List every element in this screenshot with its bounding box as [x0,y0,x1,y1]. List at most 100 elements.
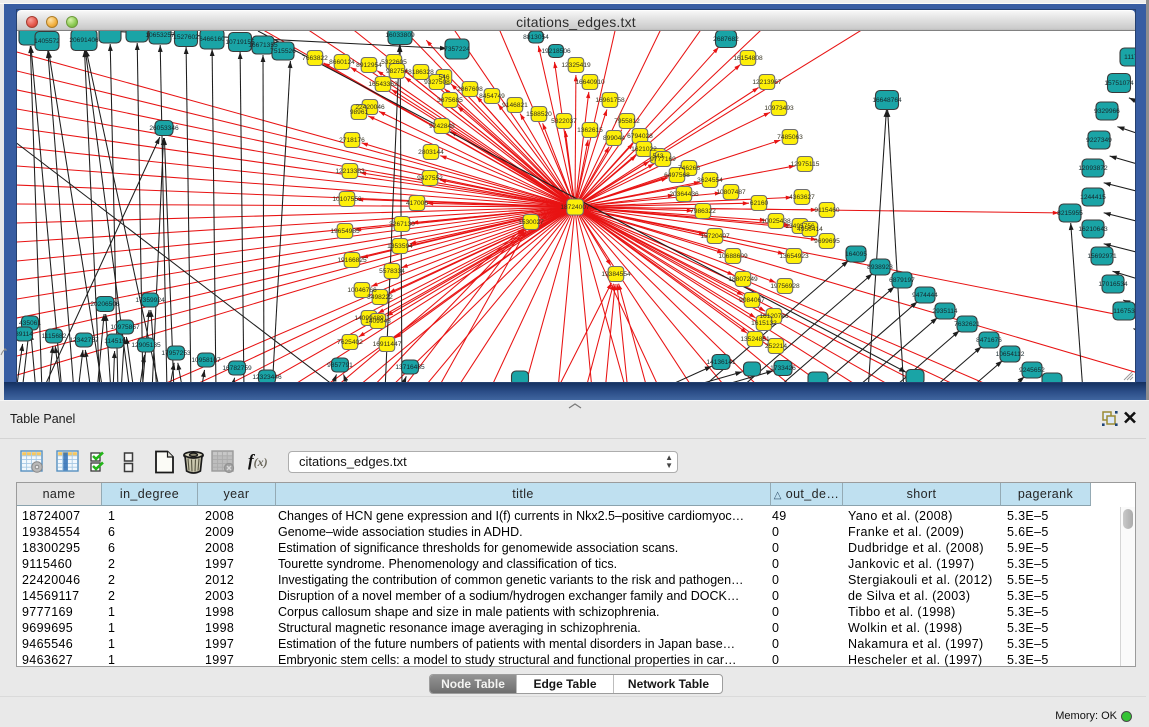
svg-text:5322605: 5322605 [381,59,407,66]
svg-text:8813054: 8813054 [523,34,549,41]
svg-text:2935114: 2935114 [932,308,958,315]
svg-text:9699695: 9699695 [814,238,840,245]
svg-text:9329966: 9329966 [1094,108,1120,115]
svg-text:9242848: 9242848 [429,123,455,130]
svg-text:39114: 39114 [17,331,33,338]
svg-text:18724007: 18724007 [560,204,590,211]
svg-text:1353594: 1353594 [387,243,413,250]
svg-text:19654985: 19654985 [330,228,360,235]
svg-text:8912954: 8912954 [356,62,382,69]
svg-text:7632621: 7632621 [954,321,980,328]
svg-text:6794028: 6794028 [627,133,653,140]
svg-text:1117: 1117 [1124,54,1135,61]
svg-text:15692971: 15692971 [1087,253,1117,260]
svg-text:2803144: 2803144 [418,149,444,156]
svg-text:12905135: 12905135 [131,342,161,349]
svg-text:114519: 114519 [104,338,126,345]
svg-text:10046766: 10046766 [347,287,377,294]
svg-text:7955812: 7955812 [614,118,640,125]
svg-text:3267130: 3267130 [389,221,415,228]
svg-text:3875685: 3875685 [437,97,463,104]
svg-text:14136141: 14136141 [706,359,736,366]
svg-text:5322037: 5322037 [551,118,577,125]
svg-text:20364436: 20364436 [669,191,699,198]
svg-text:16648764: 16648764 [872,97,902,104]
svg-text:17359924: 17359924 [135,297,165,304]
svg-text:16961758: 16961758 [595,97,625,104]
svg-text:435061: 435061 [19,320,41,327]
svg-text:12325419: 12325419 [561,62,591,69]
svg-text:7986322: 7986322 [690,208,716,215]
svg-text:8186328: 8186328 [408,69,434,76]
svg-text:15720407: 15720407 [700,233,730,240]
svg-text:1733426: 1733426 [770,365,796,372]
svg-text:4363627: 4363627 [789,194,815,201]
svg-text:9327508: 9327508 [424,79,450,86]
svg-text:116753: 116753 [1113,308,1135,315]
svg-text:1244415: 1244415 [1080,194,1106,201]
svg-text:7625402: 7625402 [337,339,363,346]
svg-text:8660124: 8660124 [329,59,355,66]
svg-text:164095: 164095 [845,251,867,258]
svg-text:19218506: 19218506 [541,48,571,55]
svg-text:7515526: 7515526 [270,48,296,55]
svg-text:13524851: 13524851 [740,336,770,343]
svg-text:9227349: 9227349 [1086,137,1112,144]
svg-text:8454749: 8454749 [479,93,505,100]
svg-text:15751074: 15751074 [1104,80,1134,87]
svg-text:12975115: 12975115 [791,161,820,168]
svg-text:8215955: 8215955 [1057,210,1083,217]
svg-text:9474444: 9474444 [912,292,938,299]
svg-text:19166825: 19166825 [337,257,367,264]
svg-text:899044: 899044 [603,135,625,142]
svg-text:2867608: 2867608 [457,86,483,93]
svg-text:6497568: 6497568 [664,172,690,179]
svg-text:252214: 252214 [765,343,787,350]
svg-text:4956414: 4956414 [797,226,823,233]
svg-text:10653257: 10653257 [145,32,175,39]
svg-text:10107553: 10107553 [332,196,362,203]
svg-text:1527602: 1527602 [173,34,199,41]
svg-text:746266: 746266 [678,165,700,172]
svg-text:26053346: 26053346 [149,125,179,132]
svg-text:9084067: 9084067 [739,297,765,304]
svg-text:19384554: 19384554 [601,271,631,278]
svg-text:8471676: 8471676 [976,337,1002,344]
svg-text:1405572: 1405572 [34,38,60,45]
svg-text:9115460: 9115460 [814,207,840,214]
svg-text:7357224: 7357224 [444,46,470,53]
svg-text:16120746: 16120746 [759,313,789,320]
svg-text:12323446: 12323446 [252,374,282,381]
svg-text:3498222: 3498222 [367,294,393,301]
svg-text:17957253: 17957253 [161,350,191,357]
svg-text:16782759: 16782759 [222,365,252,372]
svg-text:20206506: 20206506 [90,301,120,308]
svg-text:16640910: 16640910 [575,79,605,86]
svg-text:10958107: 10958107 [191,357,221,364]
svg-text:7663822: 7663822 [302,55,328,62]
svg-text:1409948: 1409948 [365,318,391,325]
svg-text:16154808: 16154808 [733,55,763,62]
svg-text:9777169: 9777169 [650,156,676,163]
svg-text:10654112: 10654112 [996,351,1025,358]
svg-text:10688609: 10688609 [718,253,748,260]
svg-text:10973493: 10973493 [764,105,794,112]
svg-text:1362615: 1362615 [577,127,603,134]
svg-text:62160: 62160 [750,200,769,207]
svg-text:9857791: 9857791 [327,362,353,369]
svg-text:6466160: 6466160 [199,36,225,43]
svg-text:13654923: 13654923 [779,253,809,260]
svg-text:1530027: 1530027 [518,219,544,226]
svg-text:9427552: 9427552 [417,175,443,182]
svg-text:12342757: 12342757 [69,337,99,344]
svg-text:17016534: 17016534 [1098,281,1128,288]
svg-text:16911447: 16911447 [373,341,402,348]
svg-text:1115682: 1115682 [42,333,67,340]
svg-text:20691406: 20691406 [69,37,99,44]
svg-text:10807487: 10807487 [716,189,746,196]
svg-text:98961: 98961 [350,109,369,116]
svg-text:2718176: 2718176 [339,137,365,144]
svg-text:9146821: 9146821 [502,102,528,109]
svg-text:9245652: 9245652 [1019,367,1045,374]
svg-text:1588520: 1588520 [526,111,552,118]
